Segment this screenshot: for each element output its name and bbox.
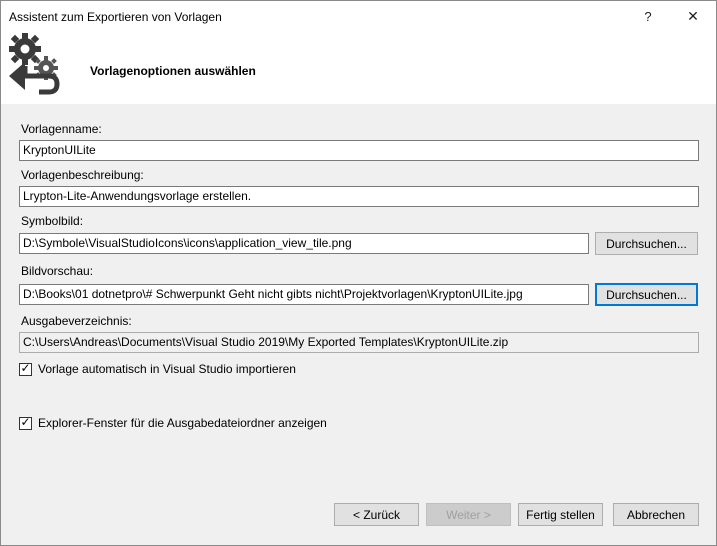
output-directory-label: Ausgabeverzeichnis: — [21, 314, 132, 328]
auto-import-checkbox[interactable]: ✓ — [19, 360, 32, 376]
description-input[interactable]: Lrypton-Lite-Anwendungsvorlage erstellen… — [19, 186, 699, 207]
icon-image-label: Symbolbild: — [21, 214, 84, 228]
template-name-input[interactable]: KryptonUILite — [19, 140, 699, 161]
close-button[interactable]: ✕ — [670, 1, 716, 32]
check-icon: ✓ — [20, 414, 31, 429]
preview-browse-button[interactable]: Durchsuchen... — [595, 283, 698, 306]
preview-image-input[interactable]: D:\Books\01 dotnetpro\# Schwerpunkt Geht… — [19, 284, 589, 305]
auto-import-label[interactable]: Vorlage automatisch in Visual Studio imp… — [38, 362, 296, 376]
next-button[interactable]: Weiter > — [426, 503, 511, 526]
wizard-header: Vorlagenoptionen auswählen — [1, 32, 716, 104]
gears-back-arrow-icon — [9, 33, 60, 95]
page-title: Vorlagenoptionen auswählen — [90, 64, 256, 78]
description-label: Vorlagenbeschreibung: — [21, 168, 144, 182]
help-button[interactable]: ? — [625, 1, 671, 32]
export-template-wizard-window: Assistent zum Exportieren von Vorlagen ?… — [0, 0, 717, 546]
explorer-checkbox[interactable]: ✓ — [19, 414, 32, 430]
finish-button[interactable]: Fertig stellen — [518, 503, 603, 526]
preview-image-label: Bildvorschau: — [21, 264, 94, 278]
icon-image-input[interactable]: D:\Symbole\VisualStudioIcons\icons\appli… — [19, 233, 589, 254]
icon-browse-button[interactable]: Durchsuchen... — [595, 232, 698, 255]
window-title: Assistent zum Exportieren von Vorlagen — [9, 10, 222, 24]
output-directory-field: C:\Users\Andreas\Documents\Visual Studio… — [19, 332, 699, 353]
auto-import-option[interactable]: ✓ Vorlage automatisch in Visual Studio i… — [19, 360, 296, 376]
cancel-button[interactable]: Abbrechen — [613, 503, 699, 526]
check-icon: ✓ — [20, 360, 31, 375]
template-name-label: Vorlagenname: — [21, 122, 102, 136]
explorer-label[interactable]: Explorer-Fenster für die Ausgabedateiord… — [38, 416, 327, 430]
back-button[interactable]: < Zurück — [334, 503, 419, 526]
explorer-option[interactable]: ✓ Explorer-Fenster für die Ausgabedateio… — [19, 414, 327, 430]
title-bar: Assistent zum Exportieren von Vorlagen ?… — [1, 1, 716, 32]
